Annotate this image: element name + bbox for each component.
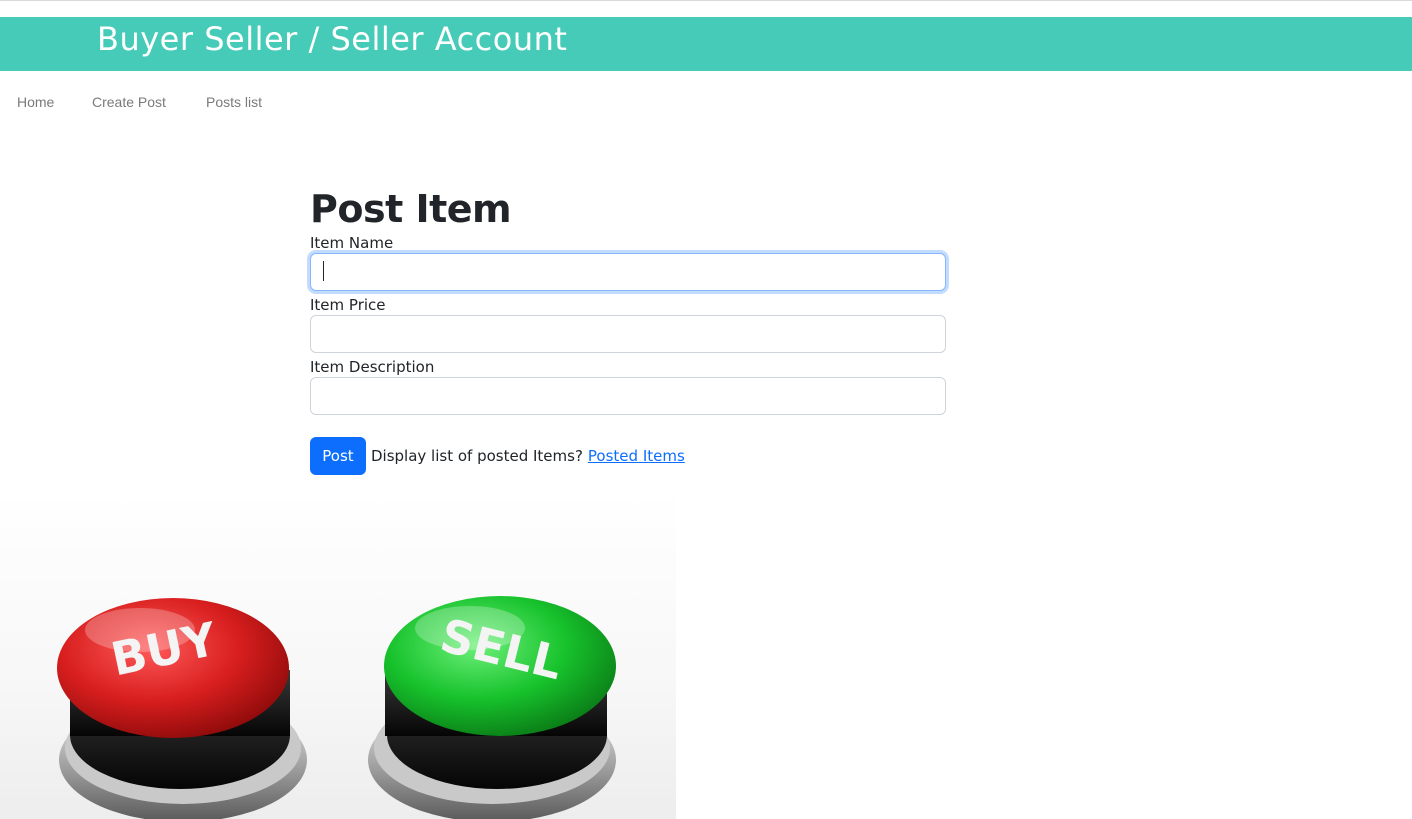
item-name-input[interactable]	[310, 253, 946, 291]
posted-items-helper-text: Display list of posted Items?	[371, 447, 583, 465]
item-name-holder	[310, 253, 946, 291]
item-description-label: Item Description	[310, 358, 435, 376]
site-header: Buyer Seller / Seller Account	[0, 17, 1412, 71]
sell-button-graphic: SELL	[368, 596, 616, 819]
item-description-input[interactable]	[310, 377, 946, 415]
form-actions: Post Display list of posted Items? Poste…	[310, 437, 946, 475]
buy-sell-illustration: BUY SELL	[57, 596, 616, 819]
post-item-form: Post Item Item Name Item Price Item Desc…	[310, 185, 946, 475]
post-button[interactable]: Post	[310, 437, 366, 475]
nav-item-create-post[interactable]: Create Post	[92, 90, 166, 114]
form-title: Post Item	[310, 187, 512, 231]
buy-sell-image: BUY SELL	[0, 490, 676, 819]
buy-button-graphic: BUY	[57, 598, 307, 819]
item-name-label: Item Name	[310, 234, 394, 252]
top-border	[0, 0, 1412, 1]
text-caret	[323, 261, 324, 281]
nav-item-posts-list[interactable]: Posts list	[206, 90, 262, 114]
item-price-input[interactable]	[310, 315, 946, 353]
site-title: Buyer Seller / Seller Account	[97, 20, 568, 58]
nav-item-home[interactable]: Home	[17, 90, 54, 114]
posted-items-link[interactable]: Posted Items	[588, 447, 685, 465]
item-price-label: Item Price	[310, 296, 386, 314]
